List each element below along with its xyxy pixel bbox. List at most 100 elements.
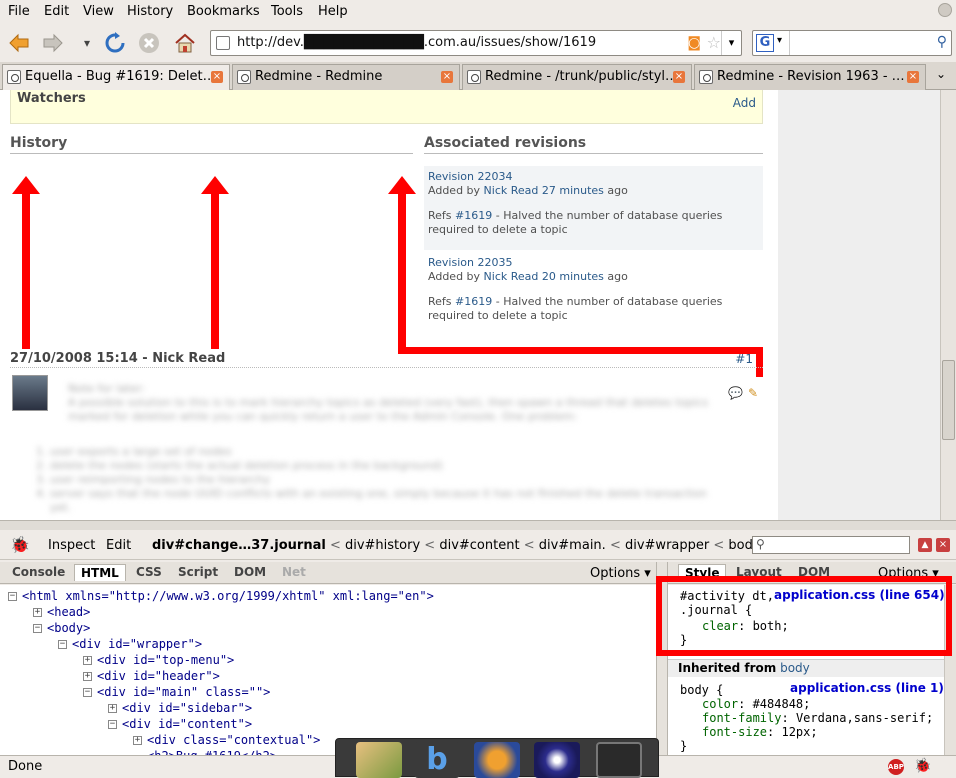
tree-toggle-icon[interactable]: + bbox=[108, 704, 117, 713]
tree-toggle-icon[interactable]: − bbox=[83, 688, 92, 697]
dock-app-icon[interactable] bbox=[356, 742, 402, 778]
firebug-status-icon[interactable]: 🐞 bbox=[914, 758, 931, 774]
tab-redmine[interactable]: Redmine - Redmine × bbox=[232, 64, 460, 90]
html-tree-node[interactable]: <div id="wrapper"> bbox=[72, 637, 202, 651]
avatar bbox=[12, 375, 48, 411]
tree-toggle-icon[interactable]: + bbox=[83, 656, 92, 665]
url-dropdown-icon[interactable]: ▾ bbox=[721, 31, 741, 55]
breadcrumb: div#change…37.journal < div#history < di… bbox=[152, 538, 788, 553]
engine-dropdown-icon[interactable]: ▾ bbox=[777, 35, 782, 46]
css-prop-name: font-size bbox=[702, 725, 768, 739]
tree-toggle-icon[interactable]: − bbox=[108, 720, 117, 729]
inherited-from-link[interactable]: body bbox=[780, 661, 810, 675]
breadcrumb-item[interactable]: div#main. bbox=[539, 538, 606, 553]
html-tree-node[interactable]: <div id="top-menu"> bbox=[97, 653, 234, 667]
firebug-splitter[interactable] bbox=[0, 520, 956, 530]
terminal-icon[interactable] bbox=[596, 742, 642, 778]
html-tree-node[interactable]: <div class="contextual"> bbox=[147, 733, 320, 747]
eclipse-icon[interactable] bbox=[534, 742, 580, 778]
tab-equella-bug[interactable]: Equella - Bug #1619: Delet… × bbox=[2, 64, 230, 91]
tab-css[interactable]: CSS bbox=[130, 564, 168, 580]
close-icon[interactable]: × bbox=[907, 71, 919, 83]
tree-toggle-icon[interactable]: − bbox=[33, 624, 42, 633]
tab-label: Redmine - Revision 1963 - … bbox=[717, 69, 905, 84]
page-scrollbar[interactable] bbox=[940, 90, 956, 520]
dock-app-icon[interactable]: b bbox=[414, 742, 460, 778]
html-tree-node[interactable]: <head> bbox=[47, 605, 90, 619]
css-property[interactable]: font-size: 12px; bbox=[702, 725, 933, 739]
edit-pencil-icon[interactable]: ✎ bbox=[748, 386, 758, 400]
tree-toggle-icon[interactable]: + bbox=[83, 672, 92, 681]
rss-feed-icon[interactable]: ◙ bbox=[687, 35, 701, 51]
tree-toggle-icon[interactable]: + bbox=[33, 608, 42, 617]
breadcrumb-item[interactable]: div#change…37.journal bbox=[152, 538, 326, 553]
close-icon[interactable]: × bbox=[211, 71, 223, 83]
html-tree-node[interactable]: <div id="main" class=""> bbox=[97, 685, 270, 699]
edit-button[interactable]: Edit bbox=[106, 538, 131, 553]
menu-history[interactable]: History bbox=[127, 4, 173, 19]
tab-redmine-revision[interactable]: Redmine - Revision 1963 - … × bbox=[694, 64, 926, 90]
tab-list-icon[interactable]: ⌄ bbox=[936, 67, 946, 81]
journal-number-link[interactable]: #1 bbox=[735, 352, 753, 366]
history-dropdown-icon[interactable]: ▾ bbox=[74, 30, 100, 56]
minimize-firebug-icon[interactable]: ▲ bbox=[918, 538, 932, 552]
google-engine-icon[interactable]: G bbox=[756, 34, 774, 52]
menu-help[interactable]: Help bbox=[318, 4, 348, 19]
menu-tools[interactable]: Tools bbox=[271, 4, 303, 19]
home-icon[interactable] bbox=[172, 30, 198, 56]
adblock-icon[interactable]: ABP bbox=[888, 759, 904, 775]
tab-dom[interactable]: DOM bbox=[228, 564, 272, 580]
html-tree-node[interactable]: <body> bbox=[47, 621, 90, 635]
html-tree-node[interactable]: <html xmlns="http://www.w3.org/1999/xhtm… bbox=[22, 589, 434, 603]
arrow-head-2 bbox=[201, 176, 229, 194]
menu-edit[interactable]: Edit bbox=[44, 4, 69, 19]
journal-text-2: A possible solution to this is to mark h… bbox=[68, 396, 709, 423]
bookmark-star-icon[interactable]: ☆ bbox=[707, 33, 721, 52]
forward-icon[interactable] bbox=[40, 30, 66, 56]
menu-bookmarks[interactable]: Bookmarks bbox=[187, 4, 260, 19]
tree-toggle-icon[interactable]: − bbox=[58, 640, 67, 649]
tab-redmine-trunk[interactable]: Redmine - /trunk/public/styl… × bbox=[462, 64, 692, 90]
scrollbar-thumb[interactable] bbox=[942, 360, 955, 440]
tab-script[interactable]: Script bbox=[172, 564, 224, 580]
menu-view[interactable]: View bbox=[83, 4, 114, 19]
html-tree-node[interactable]: <div id="content"> bbox=[122, 717, 252, 731]
close-firebug-icon[interactable]: × bbox=[936, 538, 950, 552]
annotation-highlight-box bbox=[656, 576, 952, 656]
css-rule-selector: body { bbox=[680, 683, 724, 697]
tab-label: Redmine - /trunk/public/styl… bbox=[485, 69, 679, 84]
reload-icon[interactable] bbox=[102, 30, 128, 56]
css-property[interactable]: color: #484848; bbox=[702, 697, 933, 711]
tree-toggle-icon[interactable]: − bbox=[8, 592, 17, 601]
breadcrumb-item[interactable]: div#wrapper bbox=[625, 538, 709, 553]
html-tree-node[interactable]: <div id="sidebar"> bbox=[122, 701, 252, 715]
tab-console[interactable]: Console bbox=[6, 564, 71, 580]
back-icon[interactable] bbox=[6, 30, 32, 56]
arrow-head-3 bbox=[388, 176, 416, 194]
quote-icon[interactable]: 💬 bbox=[728, 386, 743, 400]
url-bar[interactable]: http://dev.████████████.com.au/issues/sh… bbox=[210, 30, 742, 56]
breadcrumb-item[interactable]: div#content bbox=[439, 538, 519, 553]
search-bar[interactable]: G ▾ ⚲ bbox=[752, 30, 952, 56]
css-source-link[interactable]: application.css (line 1) bbox=[790, 681, 944, 695]
tab-html[interactable]: HTML bbox=[74, 564, 126, 581]
firebug-search-input[interactable]: ⚲ bbox=[752, 536, 910, 554]
journal-date-author: 27/10/2008 15:14 - Nick Read bbox=[10, 351, 226, 366]
breadcrumb-item[interactable]: div#history bbox=[345, 538, 420, 553]
tab-net[interactable]: Net bbox=[276, 564, 312, 580]
firebug-bug-icon[interactable]: 🐞 bbox=[10, 535, 30, 554]
menu-bar: File Edit View History Bookmarks Tools H… bbox=[0, 0, 956, 24]
firefox-icon[interactable] bbox=[474, 742, 520, 778]
stop-icon[interactable] bbox=[136, 30, 162, 56]
html-tree-node[interactable]: <div id="header"> bbox=[97, 669, 220, 683]
close-icon[interactable]: × bbox=[673, 71, 685, 83]
css-property[interactable]: font-family: Verdana,sans-serif; bbox=[702, 711, 933, 725]
search-icon[interactable]: ⚲ bbox=[937, 34, 947, 50]
journal-note: Note for later: A possible solution to t… bbox=[68, 382, 718, 424]
close-icon[interactable]: × bbox=[441, 71, 453, 83]
options-dropdown[interactable]: Options ▾ bbox=[590, 566, 651, 581]
url-text[interactable]: http://dev.████████████.com.au/issues/sh… bbox=[237, 35, 596, 50]
tree-toggle-icon[interactable]: + bbox=[133, 736, 142, 745]
menu-file[interactable]: File bbox=[8, 4, 30, 19]
inspect-button[interactable]: Inspect bbox=[48, 538, 95, 553]
